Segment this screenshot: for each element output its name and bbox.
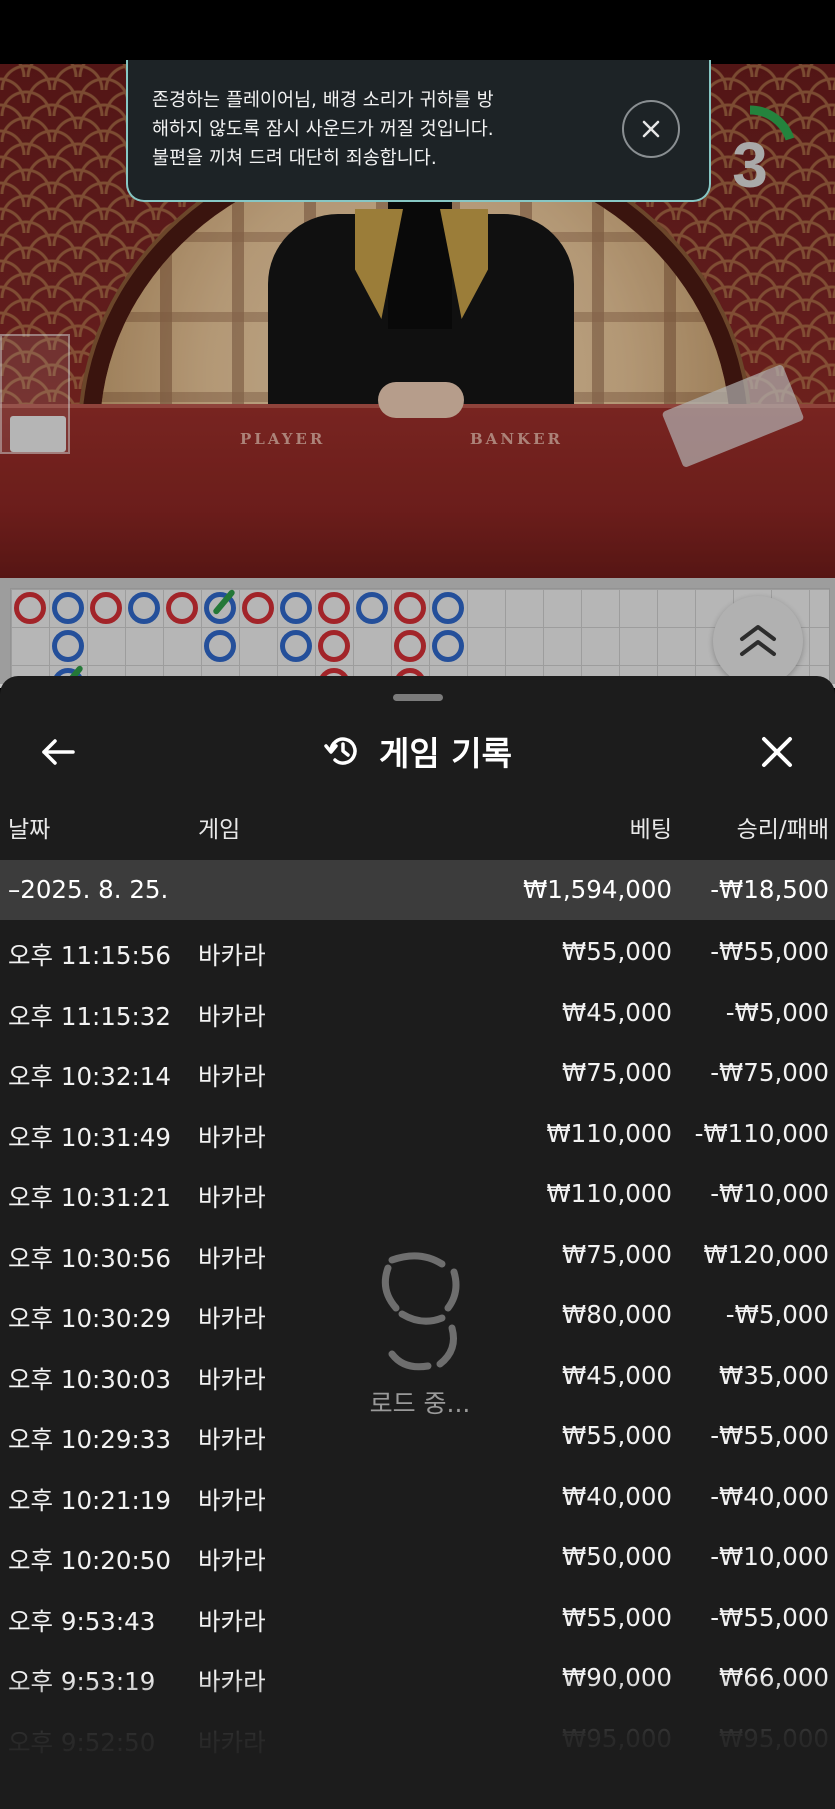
row-bet: ₩50,000 xyxy=(562,1542,672,1571)
row-bet: ₩55,000 xyxy=(562,1602,672,1632)
history-row[interactable]: 오후 11:15:56 바카라 ₩55,000 -₩55,000 xyxy=(0,920,835,981)
history-row[interactable]: 오후 9:53:43 바카라 ₩55,000 -₩55,000 xyxy=(0,1586,835,1647)
toast-close-button[interactable] xyxy=(622,100,680,158)
row-result: ₩35,000 xyxy=(719,1360,829,1390)
row-bet: ₩75,000 xyxy=(562,1239,672,1269)
row-game: 바카라 xyxy=(198,1485,266,1515)
toast-message: 존경하는 플레이어님, 배경 소리가 귀하를 방 해하지 않도록 잠시 사운드가… xyxy=(152,86,622,173)
toast-message-line: 불편을 끼쳐 드려 대단히 죄송합니다. xyxy=(152,148,437,169)
sheet-title: 게임 기록 xyxy=(379,734,512,773)
row-game: 바카라 xyxy=(198,1062,266,1091)
row-result: -₩55,000 xyxy=(710,937,829,966)
row-game: 바카라 xyxy=(198,1183,266,1212)
row-game: 바카라 xyxy=(198,1364,266,1394)
row-game: 바카라 xyxy=(198,1122,266,1152)
row-result: -₩10,000 xyxy=(710,1542,829,1571)
row-result: -₩5,000 xyxy=(725,1300,829,1329)
row-result: -₩10,000 xyxy=(710,1179,829,1208)
row-time: 오후 10:30:29 xyxy=(8,1304,171,1333)
row-time: 오후 11:15:56 xyxy=(8,941,171,970)
row-result: ₩120,000 xyxy=(703,1239,829,1269)
row-game: 바카라 xyxy=(198,1243,266,1273)
row-game: 바카라 xyxy=(198,1546,266,1575)
sheet-close-button[interactable] xyxy=(755,730,799,774)
row-game: 바카라 xyxy=(198,1606,266,1636)
row-bet: ₩45,000 xyxy=(562,1360,672,1390)
row-time: 오후 10:31:49 xyxy=(8,1122,171,1152)
row-game: 바카라 xyxy=(198,1304,266,1333)
row-game: 바카라 xyxy=(198,941,266,970)
toast-message-line: 해하지 않도록 잠시 사운드가 꺼질 것입니다. xyxy=(152,119,494,140)
row-time: 오후 10:30:56 xyxy=(8,1243,171,1273)
sheet-header: 게임 기록 xyxy=(0,716,835,786)
row-bet: ₩55,000 xyxy=(562,937,672,966)
row-time: 오후 10:21:19 xyxy=(8,1485,171,1515)
history-row[interactable]: 오후 10:31:21 바카라 ₩110,000 -₩10,000 xyxy=(0,1162,835,1223)
row-result: -₩55,000 xyxy=(710,1602,829,1632)
row-result: -₩5,000 xyxy=(725,997,829,1027)
column-header-bet: 베팅 xyxy=(629,817,672,843)
row-time: 오후 10:31:21 xyxy=(8,1183,171,1212)
toast-message-line: 존경하는 플레이어님, 배경 소리가 귀하를 방 xyxy=(152,90,494,111)
column-header-game: 게임 xyxy=(198,817,241,843)
row-time: 오후 11:15:32 xyxy=(8,1001,171,1031)
row-bet: ₩45,000 xyxy=(562,997,672,1027)
spinner-icon xyxy=(381,1252,460,1371)
date-group-row[interactable]: –2025. 8. 25. ₩1,594,000 -₩18,500 xyxy=(0,860,835,920)
row-time: 오후 10:32:14 xyxy=(8,1062,171,1091)
row-time: 오후 10:30:03 xyxy=(8,1364,171,1394)
table-header: 날짜 게임 베팅 승리/패배 xyxy=(0,806,835,846)
list-fade xyxy=(0,1676,835,1809)
row-result: -₩75,000 xyxy=(710,1058,829,1087)
row-bet: ₩75,000 xyxy=(562,1058,672,1087)
row-result: -₩40,000 xyxy=(710,1481,829,1511)
close-icon xyxy=(762,737,792,767)
date-group-result-total: -₩18,500 xyxy=(710,875,829,904)
sheet-drag-handle[interactable] xyxy=(393,694,443,701)
row-result: -₩110,000 xyxy=(694,1118,829,1148)
date-group-bet-total: ₩1,594,000 xyxy=(523,875,672,904)
game-history-sheet: 게임 기록 날짜 게임 베팅 승리/패배 –2025. 8. 25. ₩1,59… xyxy=(0,676,835,1809)
row-result: -₩55,000 xyxy=(710,1421,829,1450)
history-row[interactable]: 오후 11:15:32 바카라 ₩45,000 -₩5,000 xyxy=(0,981,835,1042)
column-header-result: 승리/패배 xyxy=(736,817,829,843)
loading-text: 로드 중... xyxy=(369,1389,471,1418)
row-time: 오후 9:53:43 xyxy=(8,1606,156,1636)
row-bet: ₩110,000 xyxy=(546,1179,672,1208)
row-bet: ₩80,000 xyxy=(562,1300,672,1329)
row-time: 오후 10:29:33 xyxy=(8,1425,171,1454)
history-row[interactable]: 오후 10:32:14 바카라 ₩75,000 -₩75,000 xyxy=(0,1041,835,1102)
arrow-left-icon xyxy=(42,739,75,765)
close-icon xyxy=(642,120,660,138)
sheet-title-group: 게임 기록 xyxy=(0,716,835,786)
row-bet: ₩40,000 xyxy=(562,1481,672,1511)
sound-notice-toast: 존경하는 플레이어님, 배경 소리가 귀하를 방 해하지 않도록 잠시 사운드가… xyxy=(126,60,711,202)
row-game: 바카라 xyxy=(198,1425,266,1454)
row-time: 오후 10:20:50 xyxy=(8,1546,171,1575)
date-group-date: –2025. 8. 25. xyxy=(8,875,169,904)
history-clock-icon xyxy=(324,737,357,765)
row-game: 바카라 xyxy=(198,1001,266,1031)
history-row[interactable]: 오후 10:21:19 바카라 ₩40,000 -₩40,000 xyxy=(0,1465,835,1526)
row-bet: ₩110,000 xyxy=(546,1118,672,1148)
status-bar xyxy=(0,0,835,64)
history-row[interactable]: 오후 10:31:49 바카라 ₩110,000 -₩110,000 xyxy=(0,1102,835,1163)
history-row[interactable]: 오후 10:20:50 바카라 ₩50,000 -₩10,000 xyxy=(0,1525,835,1586)
column-header-date: 날짜 xyxy=(8,817,51,843)
back-button[interactable] xyxy=(36,730,80,774)
row-bet: ₩55,000 xyxy=(562,1421,672,1450)
